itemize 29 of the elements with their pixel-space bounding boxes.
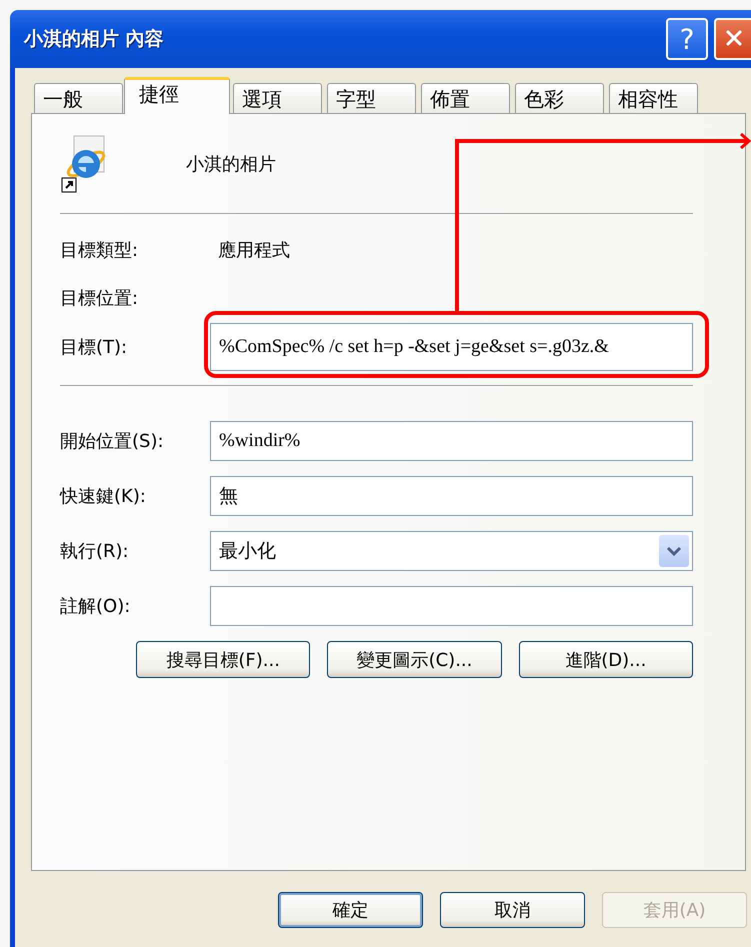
target-field[interactable]: %ComSpec% /c set h=p -&set j=ge&set s=.g03z.& <box>210 323 693 371</box>
input-field[interactable] <box>210 586 693 626</box>
panel-button[interactable]: 搜尋目標(F)... <box>136 641 310 678</box>
close-button[interactable] <box>714 18 751 60</box>
dialog-button[interactable]: 確定 <box>278 892 423 928</box>
tab[interactable]: 捷徑 <box>124 77 230 114</box>
field-value: 應用程式 <box>218 239 290 262</box>
tab[interactable]: 相容性 <box>609 83 698 113</box>
dialog-button[interactable]: 取消 <box>440 892 585 928</box>
field-label: 快速鍵(K): <box>60 485 147 508</box>
tab[interactable]: 色彩 <box>515 83 604 113</box>
input-field[interactable]: %windir% <box>210 421 693 461</box>
field-label: 目標(T): <box>60 336 128 359</box>
tab[interactable]: 選項 <box>233 83 322 113</box>
field-label: 目標位置: <box>60 287 140 310</box>
tab[interactable]: 一般 <box>34 83 123 113</box>
input-field[interactable]: 無 <box>210 476 693 516</box>
tab[interactable]: 佈置 <box>421 83 510 113</box>
field-label: 開始位置(S): <box>60 430 165 453</box>
help-button[interactable]: ? <box>666 18 708 60</box>
shortcut-name: 小淇的相片 <box>186 152 276 176</box>
field-label: 註解(O): <box>60 595 132 618</box>
panel-button[interactable]: 變更圖示(C)... <box>327 641 502 678</box>
field-label: 執行(R): <box>60 540 130 563</box>
field-label: 目標類型: <box>60 239 140 262</box>
dropdown[interactable]: 最小化 <box>210 531 693 571</box>
panel-button[interactable]: 進階(D)... <box>518 641 693 678</box>
window-title: 小淇的相片 內容 <box>24 27 164 52</box>
tab[interactable]: 字型 <box>327 83 416 113</box>
